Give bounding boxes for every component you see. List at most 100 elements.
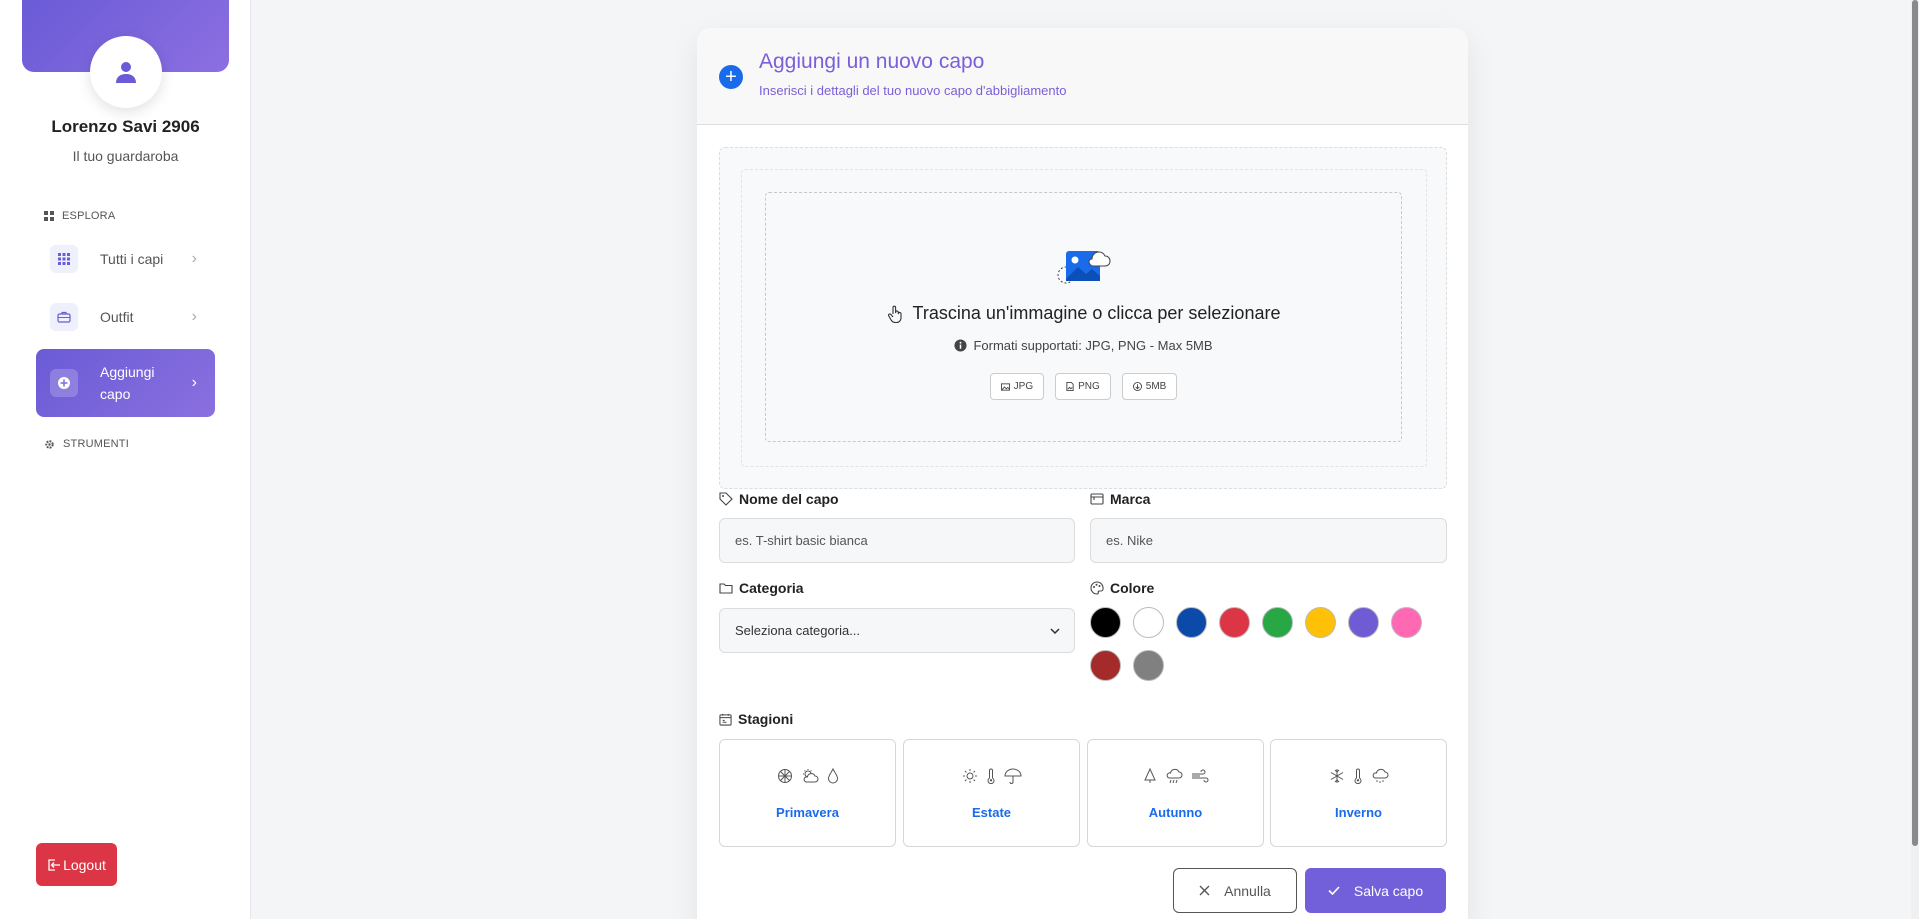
close-icon [1199,885,1210,896]
file-image-icon [1066,382,1074,391]
grid-small-icon [44,211,54,221]
color-swatch[interactable] [1391,607,1422,638]
brand-placeholder: es. Nike [1106,533,1153,548]
season-spring[interactable]: Primavera [719,739,896,847]
season-label: Inverno [1335,805,1382,820]
brand-input[interactable]: es. Nike [1090,518,1447,563]
item-name-placeholder: es. T-shirt basic bianca [735,533,868,548]
check-icon [1328,886,1340,895]
sun-icon [962,769,977,783]
save-label: Salva capo [1353,882,1424,899]
logout-button[interactable]: Logout [36,843,117,886]
color-swatch[interactable] [1305,607,1336,638]
chip-5mb: 5MB [1121,373,1178,400]
logout-icon [48,858,61,871]
sidebar-item-label: Tutti i capi [100,251,164,267]
info-icon [954,339,967,352]
calendar-icon [719,713,732,726]
name-label-row: Nome del capo [719,491,839,507]
upload-dropzone[interactable]: Trascina un'immagine o clicca per selezi… [765,192,1402,442]
season-autumn[interactable]: Autunno [1087,739,1264,847]
thermometer-icon [1354,768,1361,784]
sun-cloud-icon [802,769,818,783]
brand-label: Marca [1110,491,1151,507]
sidebar-item-add-item[interactable]: Aggiungi capo › [36,349,215,417]
item-name-input[interactable]: es. T-shirt basic bianca [719,518,1075,563]
season-icons [720,768,895,784]
cancel-button[interactable]: Annulla [1173,868,1297,913]
sidebar-item-label: Aggiungi capo [100,364,155,402]
store-icon [1090,493,1104,505]
upload-formats: Formati supportati: JPG, PNG - Max 5MB [973,338,1213,353]
season-winter[interactable]: Inverno [1270,739,1447,847]
droplet-icon [827,768,838,784]
thermometer-icon [987,768,994,784]
umbrella-icon [1003,768,1022,784]
chevron-right-icon: › [191,374,197,391]
color-swatch[interactable] [1176,607,1207,638]
color-swatch[interactable] [1133,650,1164,681]
season-label: Estate [971,805,1012,820]
user-icon [116,62,136,83]
seasons-label-row: Stagioni [719,711,793,727]
upload-dropzone-frame: Trascina un'immagine o clicca per selezi… [741,169,1427,467]
season-summer[interactable]: Estate [903,739,1080,847]
snowflake-icon [1330,769,1343,783]
color-swatch[interactable] [1219,607,1250,638]
cancel-label: Annulla [1224,882,1271,899]
grid-icon [50,245,78,273]
user-name: Lorenzo Savi 2906 [51,117,200,136]
sidebar-item-outfit[interactable]: Outfit › [36,290,215,344]
palette-icon [1090,581,1104,595]
color-label-row: Colore [1090,580,1154,596]
section-tools: STRUMENTI [44,438,129,450]
color-swatch[interactable] [1133,607,1164,638]
color-swatch[interactable] [1348,607,1379,638]
category-select[interactable]: Seleziona categoria... [719,608,1075,653]
plus-circle-icon [50,369,78,397]
chip-label: 5MB [1145,381,1167,392]
color-swatch[interactable] [1090,650,1121,681]
season-label: Primavera [776,805,839,820]
modal-title: Aggiungi un nuovo capo [759,50,985,73]
image-icon [1000,382,1010,391]
color-swatch[interactable] [1262,607,1293,638]
section-tools-label: STRUMENTI [63,438,129,450]
category-value: Seleziona categoria... [735,623,861,638]
plus-icon: + [719,65,743,89]
tag-icon [719,492,733,506]
chevron-right-icon: › [191,250,197,267]
format-chips: JPG PNG 5MB [766,373,1401,400]
chevron-right-icon: › [191,308,197,325]
modal-subtitle: Inserisci i dettagli del tuo nuovo capo … [759,83,1067,98]
color-label: Colore [1110,580,1155,596]
category-label-row: Categoria [719,580,804,596]
chevron-down-icon [1050,627,1060,634]
color-swatch[interactable] [1090,607,1121,638]
sidebar-item-all-items[interactable]: Tutti i capi › [36,232,215,286]
section-explore: ESPLORA [44,210,115,222]
avatar [90,36,162,108]
page-scrollbar-thumb[interactable] [1912,0,1918,846]
size-icon [1132,382,1142,391]
chip-label: PNG [1078,381,1100,392]
pointer-hand-icon [887,305,902,323]
wind-icon [1191,769,1208,783]
chip-png: PNG [1055,373,1111,400]
wardrobe-icon [50,303,78,331]
season-icons [1271,768,1446,784]
section-explore-label: ESPLORA [62,210,116,222]
seasons-label: Stagioni [738,711,794,727]
season-label: Autunno [1148,805,1203,820]
leaf-icon [1143,768,1156,783]
season-icons [1088,768,1263,784]
upload-formats-row: Formati supportati: JPG, PNG - Max 5MB [766,338,1401,353]
upload-title-row: Trascina un'immagine o clicca per selezi… [766,303,1401,324]
cloud-rain-icon [1166,768,1182,784]
brand-label-row: Marca [1090,491,1150,507]
chip-jpg: JPG [989,373,1045,400]
sidebar-item-label: Outfit [100,309,134,325]
upload-area: Trascina un'immagine o clicca per selezi… [719,147,1447,489]
modal-header: + Aggiungi un nuovo capo Inserisci i det… [697,28,1468,125]
save-button[interactable]: Salva capo [1305,868,1446,913]
